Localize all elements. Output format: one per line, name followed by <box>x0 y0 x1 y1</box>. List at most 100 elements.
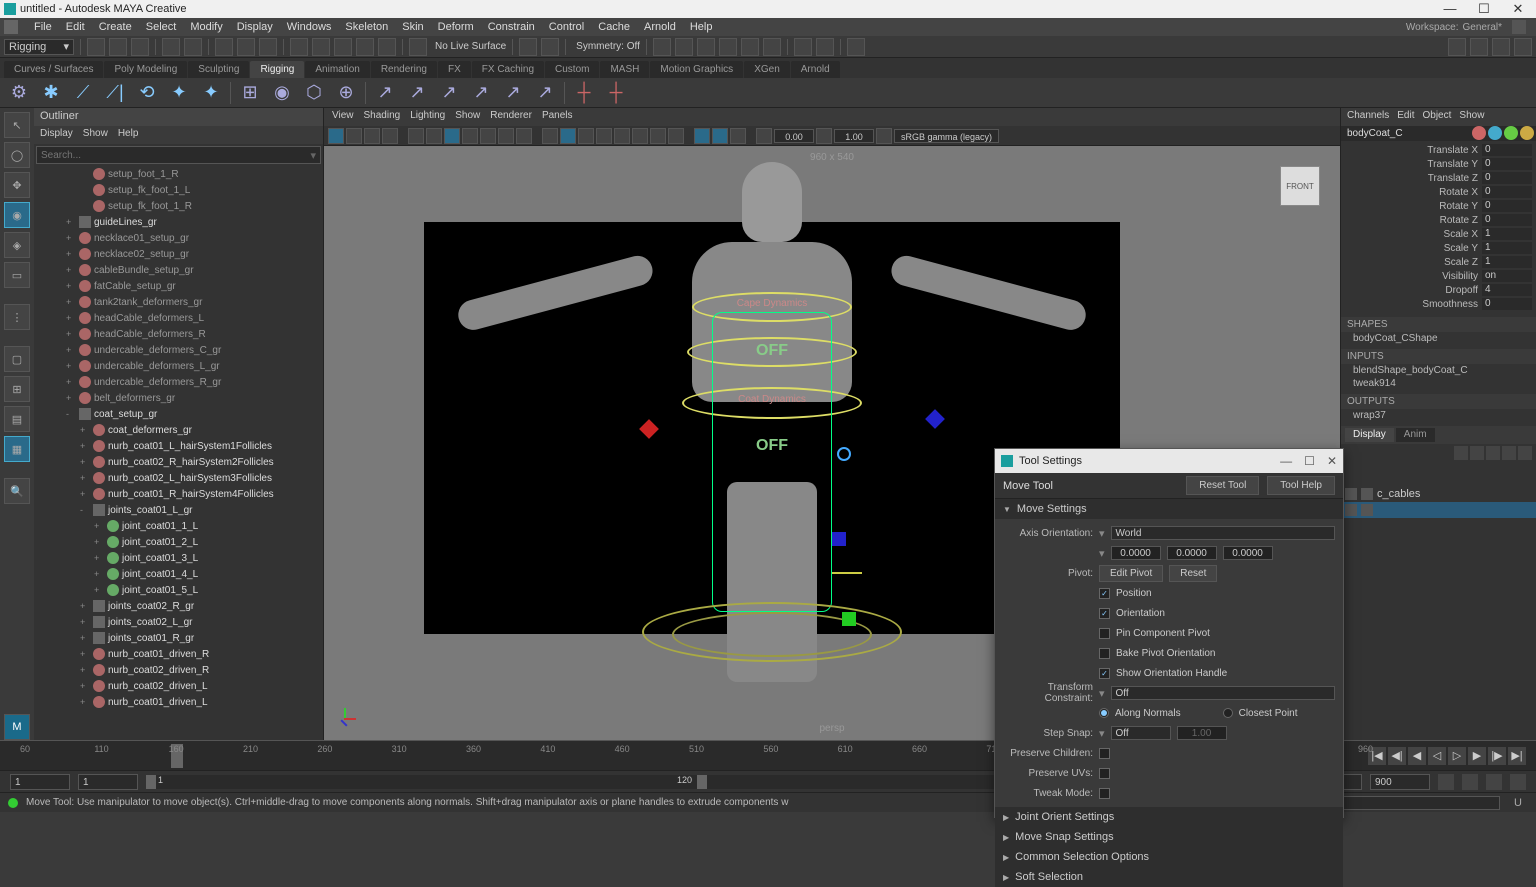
transform-constraint-dropdown[interactable]: Off <box>1111 686 1335 700</box>
vp-shadows-icon[interactable] <box>614 128 630 144</box>
ts-minimize-button[interactable]: — <box>1280 454 1292 468</box>
play-icon[interactable]: ▷ <box>1448 747 1466 765</box>
render-settings-icon[interactable] <box>697 38 715 56</box>
expand-icon[interactable]: + <box>80 681 90 691</box>
vp-renderer-menu[interactable]: Renderer <box>490 110 532 124</box>
attr-value[interactable]: on <box>1482 270 1532 282</box>
expand-icon[interactable]: + <box>80 489 90 499</box>
shapes-section[interactable]: SHAPES <box>1341 317 1536 332</box>
attr-value[interactable]: 1 <box>1482 228 1532 240</box>
prefs-icon[interactable] <box>1462 774 1478 790</box>
outliner-row[interactable]: +coat_deformers_gr <box>34 422 323 438</box>
layout-persp-icon[interactable]: ▦ <box>4 436 30 462</box>
range-knob-end[interactable]: 120 <box>697 775 707 789</box>
handle-blue-2[interactable] <box>832 532 846 546</box>
vp-colormgmt-icon[interactable] <box>876 128 892 144</box>
insert-joint-icon[interactable]: ⟋ <box>70 80 96 106</box>
axis-orientation-dropdown[interactable]: World <box>1111 526 1335 540</box>
outliner-display-menu[interactable]: Display <box>40 128 73 142</box>
expand-icon[interactable]: + <box>94 569 104 579</box>
expand-icon[interactable]: + <box>66 361 76 371</box>
render-icon[interactable] <box>653 38 671 56</box>
menu-deform[interactable]: Deform <box>432 19 480 35</box>
attr-value[interactable]: 1 <box>1482 242 1532 254</box>
last-tool-icon[interactable]: ▭ <box>4 262 30 288</box>
vp-shaded-icon[interactable] <box>560 128 576 144</box>
closest-point-radio[interactable] <box>1223 708 1233 718</box>
outliner-row[interactable]: +joint_coat01_1_L <box>34 518 323 534</box>
vp-field-chart-icon[interactable] <box>480 128 496 144</box>
panel-layout-icon[interactable] <box>1448 38 1466 56</box>
expand-icon[interactable]: + <box>66 265 76 275</box>
attr-value[interactable]: 4 <box>1482 284 1532 296</box>
menu-constrain[interactable]: Constrain <box>482 19 541 35</box>
outliner-row[interactable]: +nurb_coat02_driven_L <box>34 678 323 694</box>
input-item-0[interactable]: blendShape_bodyCoat_C <box>1341 364 1536 377</box>
lasso-icon[interactable] <box>237 38 255 56</box>
view-cube[interactable]: FRONT <box>1280 166 1320 206</box>
output-item-0[interactable]: wrap37 <box>1341 409 1536 422</box>
outliner-row[interactable]: +undercable_deformers_R_gr <box>34 374 323 390</box>
history-toggle-icon[interactable] <box>541 38 559 56</box>
lock-icon[interactable] <box>1512 20 1526 34</box>
outliner-row[interactable]: +joints_coat01_R_gr <box>34 630 323 646</box>
checkbox[interactable] <box>1099 648 1110 659</box>
cb-object-tab[interactable]: Object <box>1423 110 1452 124</box>
tab-curves[interactable]: Curves / Surfaces <box>4 61 103 78</box>
vp-textured-icon[interactable] <box>578 128 594 144</box>
snap-live-icon[interactable] <box>378 38 396 56</box>
open-scene-icon[interactable] <box>109 38 127 56</box>
control-icon[interactable]: ┼ <box>571 80 597 106</box>
orient-joint-icon[interactable]: ⟲ <box>134 80 160 106</box>
cb-edit-tab[interactable]: Edit <box>1397 110 1414 124</box>
expand-icon[interactable]: + <box>94 585 104 595</box>
play-icon[interactable] <box>794 38 812 56</box>
playblast-icon[interactable] <box>741 38 759 56</box>
bind-skin-icon[interactable]: ⊞ <box>237 80 263 106</box>
vp-bookmark-icon[interactable] <box>364 128 380 144</box>
expand-icon[interactable]: + <box>80 665 90 675</box>
vp-safe-title-icon[interactable] <box>516 128 532 144</box>
tab-rigging[interactable]: Rigging <box>250 61 304 78</box>
outliner-row[interactable]: +nurb_coat02_driven_R <box>34 662 323 678</box>
menu-arnold[interactable]: Arnold <box>638 19 682 35</box>
menu-display[interactable]: Display <box>231 19 279 35</box>
home-icon[interactable] <box>4 20 18 34</box>
expand-icon[interactable]: + <box>66 249 76 259</box>
outliner-row[interactable]: +joint_coat01_3_L <box>34 550 323 566</box>
xgen-icon[interactable] <box>1520 126 1534 140</box>
anim-end-field[interactable]: 900 <box>1370 774 1430 790</box>
checkbox[interactable] <box>1099 628 1110 639</box>
expand-icon[interactable]: + <box>80 457 90 467</box>
vp-aa-icon[interactable] <box>668 128 684 144</box>
expand-icon[interactable]: + <box>80 425 90 435</box>
account-icon[interactable] <box>847 38 865 56</box>
outliner-row[interactable]: +belt_deformers_gr <box>34 390 323 406</box>
workspace-value[interactable]: General* <box>1463 22 1502 33</box>
vp-lights-icon[interactable] <box>596 128 612 144</box>
step-snap-dropdown[interactable]: Off <box>1111 726 1171 740</box>
outliner-row[interactable]: +joint_coat01_2_L <box>34 534 323 550</box>
expand-icon[interactable]: + <box>80 649 90 659</box>
inputs-section[interactable]: INPUTS <box>1341 349 1536 364</box>
outliner-row[interactable]: +nurb_coat01_L_hairSystem1Follicles <box>34 438 323 454</box>
expand-icon[interactable]: + <box>66 345 76 355</box>
reset-tool-button[interactable]: Reset Tool <box>1186 476 1259 495</box>
vp-lock-camera-icon[interactable] <box>346 128 362 144</box>
anim-layer-icon[interactable] <box>1510 774 1526 790</box>
step-back-icon[interactable]: ◀ <box>1408 747 1426 765</box>
outliner-help-menu[interactable]: Help <box>118 128 139 142</box>
expand-icon[interactable]: + <box>80 473 90 483</box>
render-view-icon[interactable] <box>763 38 781 56</box>
vp-exposure-field[interactable]: 0.00 <box>774 129 814 143</box>
along-normals-radio[interactable] <box>1099 708 1109 718</box>
tab-poly[interactable]: Poly Modeling <box>104 61 187 78</box>
menu-file[interactable]: File <box>28 19 58 35</box>
outliner-row[interactable]: +nurb_coat01_driven_L <box>34 694 323 710</box>
outliner-row[interactable]: +nurb_coat02_L_hairSystem3Follicles <box>34 470 323 486</box>
soft-selection-section[interactable]: ▶Soft Selection <box>995 867 1343 887</box>
tool-settings-window[interactable]: Tool Settings — ☐ ✕ Move Tool Reset Tool… <box>994 448 1344 818</box>
menu-windows[interactable]: Windows <box>281 19 338 35</box>
char-set-icon[interactable] <box>1486 774 1502 790</box>
menu-select[interactable]: Select <box>140 19 183 35</box>
